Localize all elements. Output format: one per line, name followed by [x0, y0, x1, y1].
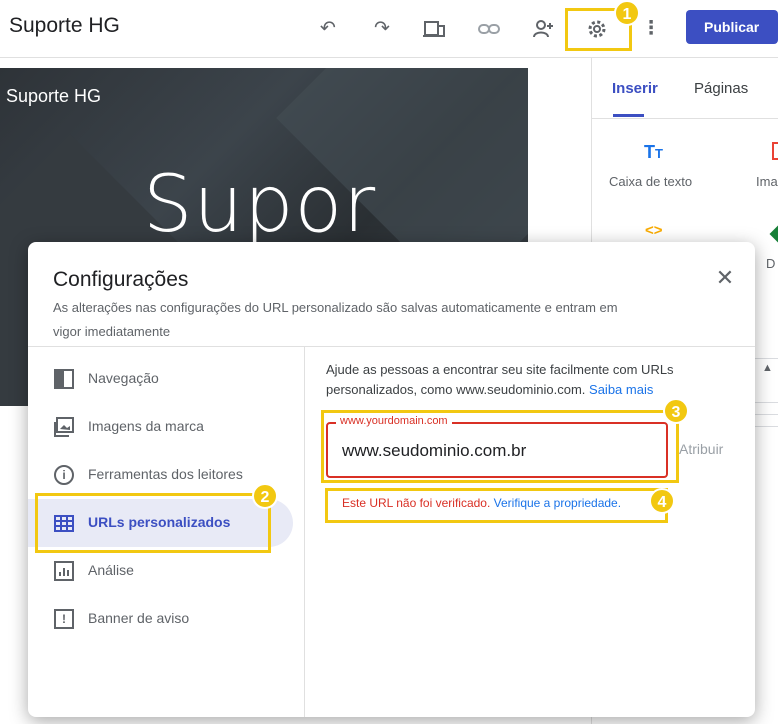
- nav-item-label: Banner de aviso: [88, 610, 190, 626]
- preview-devices-icon[interactable]: [423, 17, 447, 41]
- insert-item-label[interactable]: Caixa de texto: [609, 174, 692, 189]
- dialog-subtitle-line: vigor imediatamente: [53, 324, 171, 339]
- dialog-subtitle: As alterações nas configurações do URL p…: [53, 296, 618, 344]
- assign-button[interactable]: Atribuir: [679, 441, 723, 457]
- publish-button[interactable]: Publicar: [686, 10, 778, 44]
- undo-icon[interactable]: ↶: [316, 17, 340, 41]
- site-title[interactable]: Suporte HG: [9, 14, 120, 38]
- dialog-divider: [28, 346, 755, 347]
- nav-item-banner-de-aviso[interactable]: ! Banner de aviso: [28, 595, 293, 643]
- dialog-vertical-divider: [304, 346, 305, 717]
- banner-icon: !: [54, 609, 74, 629]
- top-bar: Suporte HG ↶ ↷ ⋮ Publicar: [0, 0, 778, 58]
- navigation-icon: [54, 369, 74, 389]
- embed-icon[interactable]: <>: [645, 222, 663, 239]
- brand-images-icon: [54, 417, 74, 437]
- nav-item-label: Ferramentas dos leitores: [88, 466, 243, 482]
- caret-up-icon[interactable]: ▲: [762, 362, 773, 374]
- link-icon[interactable]: [477, 17, 501, 41]
- more-vert-icon[interactable]: ⋮: [639, 17, 663, 41]
- step-badge: 1: [614, 0, 640, 26]
- nav-item-navegacao[interactable]: Navegação: [28, 355, 293, 403]
- nav-item-label: Análise: [88, 562, 134, 578]
- nav-item-label: Navegação: [88, 370, 159, 386]
- highlight-box: [321, 410, 679, 483]
- info-icon: i: [54, 465, 74, 485]
- add-person-icon[interactable]: [531, 17, 555, 41]
- divider: [755, 358, 778, 359]
- panel-divider: [592, 118, 778, 119]
- step-badge: 2: [252, 483, 278, 509]
- insert-item-label[interactable]: Ima: [756, 174, 778, 189]
- highlight-box: [35, 493, 271, 553]
- divider: [755, 426, 778, 427]
- close-icon[interactable]: ✕: [713, 266, 737, 290]
- text-box-icon[interactable]: TT: [644, 142, 663, 163]
- dialog-subtitle-line: As alterações nas configurações do URL p…: [53, 300, 618, 315]
- step-badge: 4: [649, 488, 675, 514]
- tab-paginas[interactable]: Páginas: [694, 80, 748, 97]
- step-badge: 3: [663, 398, 689, 424]
- insert-item-label[interactable]: D: [766, 256, 775, 271]
- hero-title[interactable]: Supor: [143, 160, 376, 250]
- nav-item-imagens-da-marca[interactable]: Imagens da marca: [28, 403, 293, 451]
- image-icon[interactable]: [772, 142, 778, 160]
- dialog-title: Configurações: [53, 268, 189, 291]
- nav-item-label: Imagens da marca: [88, 418, 204, 434]
- help-text: Ajude as pessoas a encontrar seu site fa…: [326, 360, 706, 400]
- divider: [755, 402, 778, 403]
- redo-icon[interactable]: ↷: [370, 17, 394, 41]
- drive-icon[interactable]: [769, 225, 778, 243]
- learn-more-link[interactable]: Saiba mais: [589, 382, 653, 397]
- tab-inserir[interactable]: Inserir: [612, 80, 658, 97]
- active-tab-indicator: [613, 114, 644, 117]
- analytics-icon: [54, 561, 74, 581]
- highlight-box: [325, 488, 668, 523]
- help-text-line: personalizados, como www.seudominio.com.: [326, 382, 586, 397]
- nav-item-analise[interactable]: Análise: [28, 547, 293, 595]
- help-text-line: Ajude as pessoas a encontrar seu site fa…: [326, 362, 674, 377]
- divider: [755, 414, 778, 415]
- hero-site-name[interactable]: Suporte HG: [6, 86, 101, 107]
